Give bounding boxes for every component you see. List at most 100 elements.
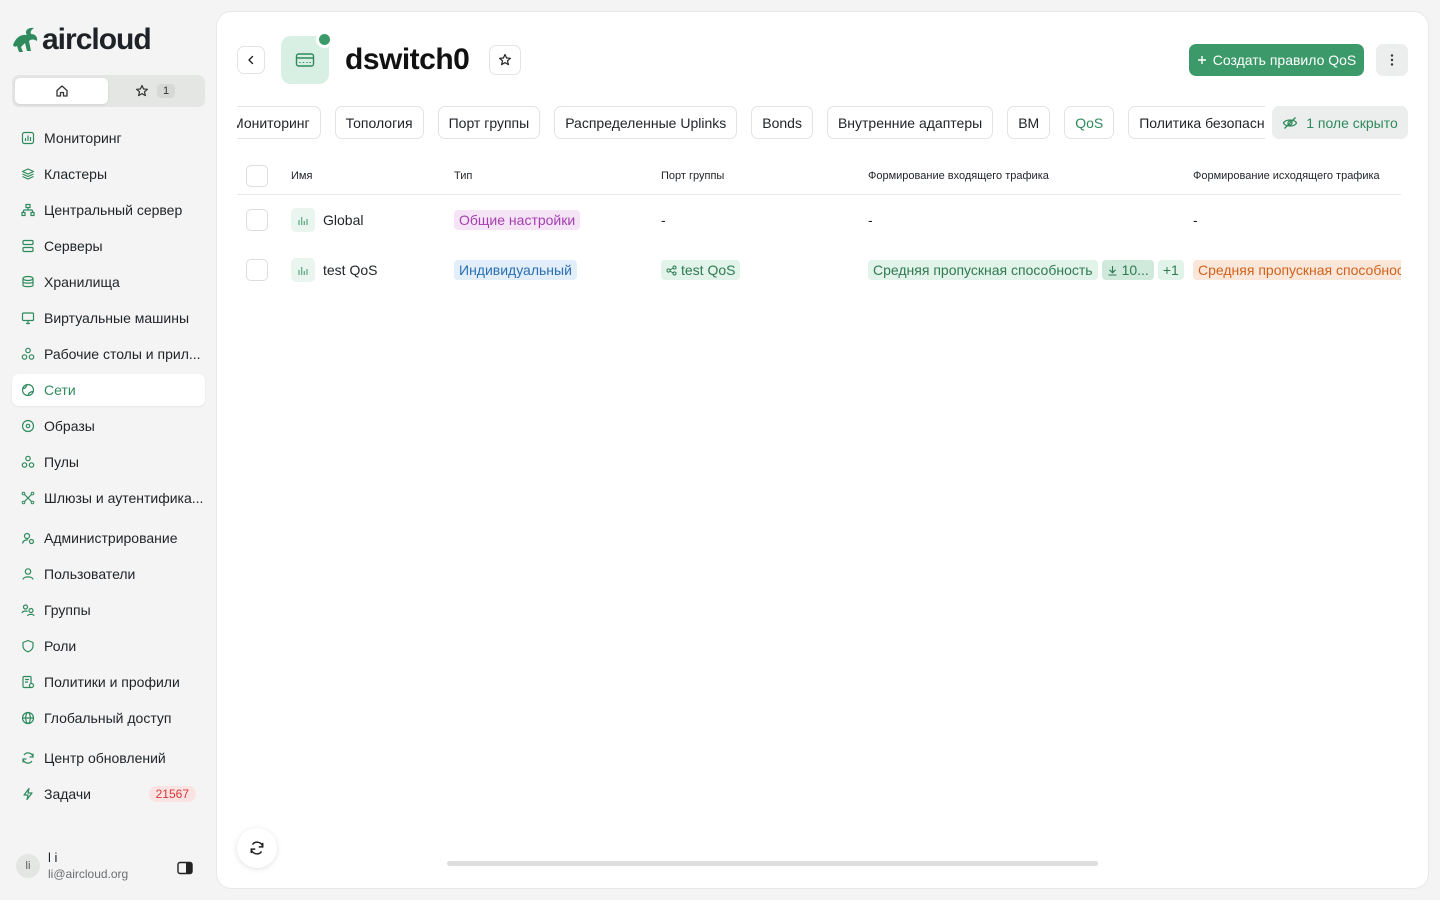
shield-icon [21,639,35,653]
back-button[interactable] [237,46,265,74]
sidebar-toggle-button[interactable] [177,861,193,878]
tab-topology[interactable]: Топология [334,106,424,139]
eye-off-icon [1282,116,1298,129]
more-actions-button[interactable] [1376,44,1408,76]
logo-text: aircloud [42,23,152,56]
sidebar-item-label: Группы [44,602,91,618]
sidebar-item-label: Рабочие столы и прил... [44,346,201,362]
row-name[interactable]: Global [323,212,363,228]
hidden-fields-label: 1 поле скрыто [1306,114,1398,131]
sidebar-item-label: Серверы [44,238,103,254]
tab-port-groups[interactable]: Порт группы [437,106,541,139]
sidebar-item-updates[interactable]: Центр обновлений [12,742,205,774]
row-checkbox[interactable] [246,209,268,231]
sidebar-item-storage[interactable]: Хранилища [12,266,205,298]
sidebar-item-central-server[interactable]: Центральный сервер [12,194,205,226]
refresh-icon [250,841,264,855]
sidebar-item-networks[interactable]: Сети [12,374,205,406]
favorites-tab[interactable]: 1 [108,78,202,104]
table-row[interactable]: Global Общие настройки - - - [237,195,1401,245]
plus-icon [1197,56,1206,64]
globe-access-icon [21,711,35,725]
ingress-cell: Средняя пропускная способность 10... +1 [868,245,1184,295]
main-panel: dswitch0 Создать правило QoS Мониторинг … [217,12,1428,888]
qos-chart-icon [291,208,315,232]
sidebar-item-label: Пулы [44,454,79,470]
sidebar-item-clusters[interactable]: Кластеры [12,158,205,190]
create-qos-rule-label: Создать правило QoS [1212,52,1357,68]
hidden-fields-button[interactable]: 1 поле скрыто [1272,106,1408,139]
sidebar-item-label: Мониторинг [44,130,122,146]
policy-icon [21,675,35,689]
home-tab[interactable] [15,78,108,104]
view-switcher: 1 [12,75,205,107]
column-header-ingress[interactable]: Формирование входящего трафика [868,157,1049,194]
row-name[interactable]: test QoS [323,262,377,278]
sidebar-item-groups[interactable]: Группы [12,594,205,626]
row-select-cell [246,195,268,245]
tab-monitoring[interactable]: Мониторинг [237,106,321,139]
tab-distributed-uplinks[interactable]: Распределенные Uplinks [554,106,738,139]
tab-internal-adapters[interactable]: Внутренние адаптеры [826,106,994,139]
port-group-icon [666,265,677,275]
refresh-button[interactable] [237,828,277,868]
sidebar-item-desktops[interactable]: Рабочие столы и прил... [12,338,205,370]
column-header-name[interactable]: Имя [291,157,312,194]
more-vertical-icon [1390,54,1394,66]
user-profile[interactable]: li l i li@aircloud.org [16,850,128,882]
table-row[interactable]: test QoS Индивидуальный test QoS Средняя… [237,245,1401,295]
row-checkbox[interactable] [246,259,268,281]
sidebar-item-tasks[interactable]: Задачи 21567 [12,778,205,810]
sidebar-item-users[interactable]: Пользователи [12,558,205,590]
group-icon [21,603,35,617]
qos-chart-icon [291,258,315,282]
column-header-egress[interactable]: Формирование исходящего трафика [1193,157,1380,194]
port-group-tag[interactable]: test QoS [661,260,741,280]
sidebar-item-monitoring[interactable]: Мониторинг [12,122,205,154]
chevron-left-icon [248,55,254,65]
favorite-button[interactable] [489,45,521,75]
disc-icon [21,419,35,433]
name-cell: Global [291,195,363,245]
sidebar-item-pools[interactable]: Пулы [12,446,205,478]
tabs-bar: Мониторинг Топология Порт группы Распред… [237,106,1265,140]
pool-icon [21,455,35,469]
ingress-cell: - [868,212,873,228]
qos-table: Имя Тип Порт группы Формирование входяще… [237,157,1401,295]
column-header-type[interactable]: Тип [454,157,472,194]
select-all-checkbox[interactable] [246,164,268,187]
table-header: Имя Тип Порт группы Формирование входяще… [237,157,1401,195]
favorites-count: 1 [156,84,176,98]
refresh-icon [21,751,35,765]
sidebar-item-global-access[interactable]: Глобальный доступ [12,702,205,734]
sidebar-item-label: Глобальный доступ [44,710,172,726]
network-switch-icon [295,53,315,67]
sidebar-item-roles[interactable]: Роли [12,630,205,662]
sidebar-item-servers[interactable]: Серверы [12,230,205,262]
sidebar-item-label: Виртуальные машины [44,310,190,326]
star-icon [135,84,148,97]
port-group-tag-label: test QoS [681,262,736,278]
horizontal-scrollbar[interactable] [447,861,1098,866]
sidebar-item-policies[interactable]: Политики и профили [12,666,205,698]
type-cell: Общие настройки [454,195,581,245]
logo[interactable]: aircloud [10,23,152,56]
sidebar-item-gateways[interactable]: Шлюзы и аутентифика... [12,482,205,514]
sidebar-item-vms[interactable]: Виртуальные машины [12,302,205,334]
admin-icon [21,531,35,545]
user-icon [21,567,35,581]
sidebar-item-images[interactable]: Образы [12,410,205,442]
tasks-count-badge: 21567 [148,786,196,802]
tab-qos[interactable]: QoS [1064,106,1115,139]
avatar: li [16,854,40,878]
tab-security-policy[interactable]: Политика безопасности [1128,106,1265,139]
sidebar-item-administration[interactable]: Администрирование [12,522,205,554]
tab-vms[interactable]: ВМ [1007,106,1051,139]
column-header-port-groups[interactable]: Порт группы [661,157,724,194]
tab-bonds[interactable]: Bonds [751,106,813,139]
chart-icon [21,131,35,145]
user-name: l i [48,850,58,865]
ingress-more-tag[interactable]: +1 [1157,260,1184,280]
create-qos-rule-button[interactable]: Создать правило QoS [1189,44,1364,76]
globe-icon [21,383,35,397]
